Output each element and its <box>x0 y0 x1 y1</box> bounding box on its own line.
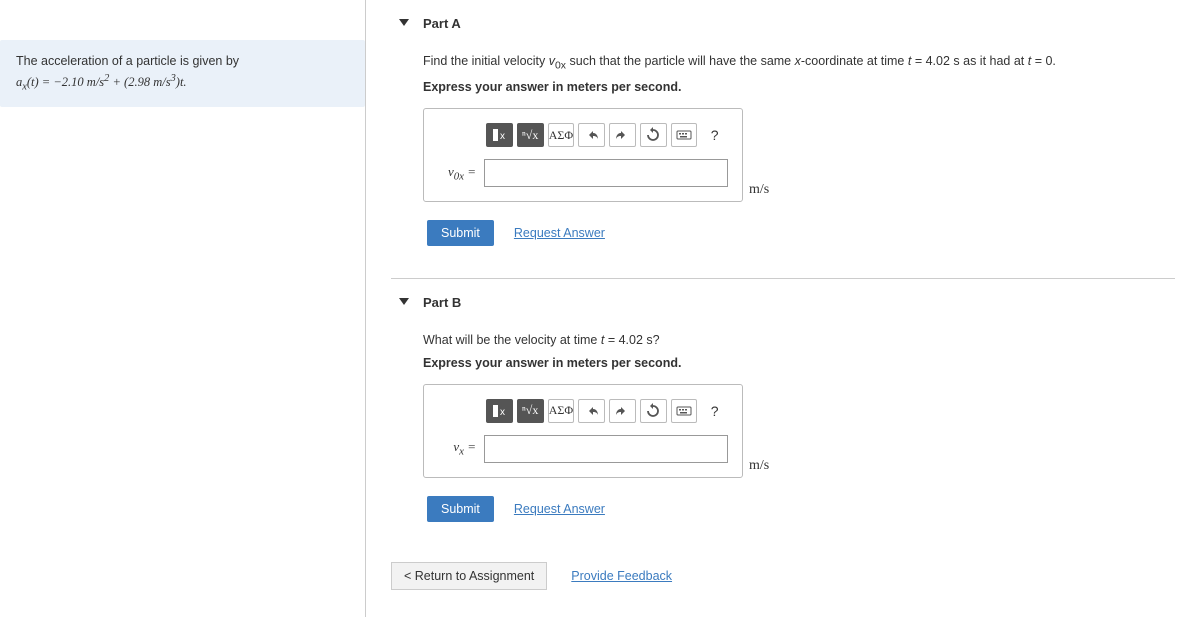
redo-icon[interactable] <box>609 399 636 423</box>
help-icon[interactable]: ? <box>701 123 728 147</box>
toolbar-a: x ⁿ√x ΑΣΦ ? <box>486 123 728 147</box>
chevron-down-icon <box>399 298 409 305</box>
svg-text:x: x <box>500 131 505 142</box>
answer-input-b[interactable] <box>484 435 728 463</box>
return-button[interactable]: < Return to Assignment <box>391 562 547 590</box>
sqrt-icon[interactable]: ⁿ√x <box>517 399 544 423</box>
format-icon[interactable]: x <box>486 123 513 147</box>
footer-bar: < Return to Assignment Provide Feedback <box>391 562 1175 590</box>
greek-button[interactable]: ΑΣΦ <box>548 399 575 423</box>
answer-input-a[interactable] <box>484 159 728 187</box>
request-answer-b[interactable]: Request Answer <box>514 502 605 516</box>
svg-text:x: x <box>500 407 505 418</box>
part-b-block: Part B What will be the velocity at time… <box>391 278 1175 532</box>
var-label-b: vx = <box>438 439 476 458</box>
request-answer-a[interactable]: Request Answer <box>514 226 605 240</box>
format-icon[interactable]: x <box>486 399 513 423</box>
part-b-title: Part B <box>423 295 461 310</box>
keyboard-icon[interactable] <box>671 399 698 423</box>
problem-line2: ax(t) = −2.10 m/s2 + (2.98 m/s3)t. <box>16 71 349 95</box>
part-b-express: Express your answer in meters per second… <box>423 356 1175 370</box>
problem-sidebar: The acceleration of a particle is given … <box>0 0 365 617</box>
greek-button[interactable]: ΑΣΦ <box>548 123 575 147</box>
part-a-express: Express your answer in meters per second… <box>423 80 1175 94</box>
reset-icon[interactable] <box>640 399 667 423</box>
undo-icon[interactable] <box>578 123 605 147</box>
submit-button-b[interactable]: Submit <box>427 496 494 522</box>
sqrt-icon[interactable]: ⁿ√x <box>517 123 544 147</box>
main-content: Part A Find the initial velocity v0x suc… <box>365 0 1200 617</box>
part-b-header[interactable]: Part B <box>391 279 1175 318</box>
part-a-header[interactable]: Part A <box>391 0 1175 39</box>
part-a-block: Part A Find the initial velocity v0x suc… <box>391 0 1175 256</box>
undo-icon[interactable] <box>578 399 605 423</box>
part-a-prompt: Find the initial velocity v0x such that … <box>423 53 1175 74</box>
unit-b: m/s <box>749 458 769 478</box>
answer-frame-a: x ⁿ√x ΑΣΦ ? v0x = <box>423 108 743 202</box>
help-icon[interactable]: ? <box>701 399 728 423</box>
part-b-prompt: What will be the velocity at time t = 4.… <box>423 332 1175 350</box>
var-label-a: v0x = <box>438 164 476 183</box>
chevron-down-icon <box>399 19 409 26</box>
keyboard-icon[interactable] <box>671 123 698 147</box>
toolbar-b: x ⁿ√x ΑΣΦ ? <box>486 399 728 423</box>
unit-a: m/s <box>749 182 769 202</box>
provide-feedback-link[interactable]: Provide Feedback <box>571 569 672 583</box>
reset-icon[interactable] <box>640 123 667 147</box>
problem-line1: The acceleration of a particle is given … <box>16 52 349 71</box>
submit-button-a[interactable]: Submit <box>427 220 494 246</box>
answer-frame-b: x ⁿ√x ΑΣΦ ? vx = <box>423 384 743 478</box>
redo-icon[interactable] <box>609 123 636 147</box>
part-a-title: Part A <box>423 16 461 31</box>
problem-statement: The acceleration of a particle is given … <box>0 40 365 107</box>
